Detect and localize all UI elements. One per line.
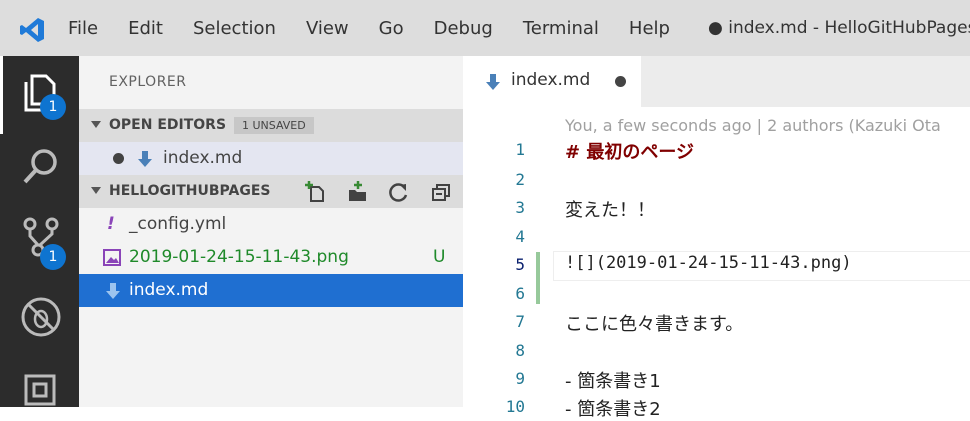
menu-selection[interactable]: Selection: [177, 18, 290, 39]
source-control-view-button[interactable]: 1: [18, 214, 66, 270]
window-title: ● index.md - HelloGitHubPages -: [708, 18, 970, 38]
gutter-change-marker: [536, 252, 540, 304]
open-editor-filename: index.md: [163, 148, 243, 168]
line-number: 2: [515, 170, 525, 189]
menu-edit[interactable]: Edit: [112, 18, 177, 39]
menu-bar: File Edit Selection View Go Debug Termin…: [52, 0, 684, 56]
editor-area: index.md You, a few seconds ago | 2 auth…: [463, 56, 970, 420]
chevron-down-icon: [91, 187, 101, 194]
explorer-title: EXPLORER: [109, 74, 187, 90]
menu-view[interactable]: View: [290, 18, 363, 39]
new-file-icon[interactable]: [305, 181, 327, 203]
code-line[interactable]: ここに色々書きます。: [565, 310, 743, 336]
folder-label: HELLOGITHUBPAGES: [109, 183, 271, 199]
debug-view-button[interactable]: [18, 294, 64, 340]
code-line[interactable]: 変えた！！: [565, 196, 655, 222]
explorer-badge: 1: [40, 94, 66, 120]
active-indicator: [0, 56, 3, 134]
code-line[interactable]: ![](2019-01-24-15-11-43.png): [565, 253, 852, 273]
tab-bar: index.md: [463, 56, 970, 107]
search-view-button[interactable]: [18, 144, 64, 190]
extensions-icon: [24, 374, 56, 406]
menu-go[interactable]: Go: [363, 18, 418, 39]
file-name: index.md: [129, 280, 209, 300]
extensions-view-button[interactable]: [18, 368, 64, 414]
file-name: 2019-01-24-15-11-43.png: [129, 247, 349, 267]
activity-bar: 1 1: [0, 56, 79, 407]
markdown-file-icon: [138, 151, 152, 167]
file-name: _config.yml: [129, 214, 227, 234]
file-item-index[interactable]: index.md: [79, 274, 463, 307]
folder-header[interactable]: HELLOGITHUBPAGES: [79, 175, 463, 208]
debug-icon: [21, 297, 61, 337]
menu-debug[interactable]: Debug: [418, 18, 507, 39]
image-file-icon: [103, 249, 121, 266]
tab-index-md[interactable]: index.md: [463, 56, 641, 107]
menu-help[interactable]: Help: [613, 18, 684, 39]
line-number: 4: [515, 227, 525, 246]
line-number: 3: [515, 198, 525, 217]
code-line[interactable]: # 最初のページ: [565, 138, 694, 164]
explorer-view-button[interactable]: 1: [18, 70, 66, 120]
code-line[interactable]: - 箇条書き1: [565, 367, 661, 393]
dirty-dot-icon[interactable]: [615, 76, 626, 87]
refresh-icon[interactable]: [388, 181, 410, 203]
line-number: 9: [515, 369, 525, 388]
collapse-all-icon[interactable]: [430, 181, 452, 203]
git-status-badge: U: [433, 247, 446, 267]
explorer-sidebar: EXPLORER OPEN EDITORS 1 UNSAVED index.md…: [79, 56, 463, 407]
code-line[interactable]: - 箇条書き2: [565, 395, 661, 421]
tab-label: index.md: [511, 70, 591, 90]
vscode-logo-icon: [20, 18, 44, 42]
menu-file[interactable]: File: [52, 18, 112, 39]
menu-terminal[interactable]: Terminal: [507, 18, 613, 39]
open-editor-item[interactable]: index.md: [79, 142, 463, 175]
yaml-file-icon: !: [107, 214, 115, 234]
line-number: 5: [515, 255, 525, 274]
open-editors-header[interactable]: OPEN EDITORS 1 UNSAVED: [79, 109, 463, 142]
chevron-down-icon: [91, 121, 101, 128]
search-icon: [23, 149, 57, 184]
title-bar: File Edit Selection View Go Debug Termin…: [0, 0, 970, 56]
file-item-config[interactable]: ! _config.yml: [79, 208, 463, 241]
line-number: 7: [515, 312, 525, 331]
markdown-file-icon: [106, 283, 120, 299]
line-number: 1: [515, 140, 525, 159]
line-number: 8: [515, 341, 525, 360]
open-editors-label: OPEN EDITORS: [109, 117, 227, 133]
scm-badge: 1: [40, 244, 66, 270]
dirty-dot-icon: [113, 153, 124, 164]
file-item-png[interactable]: 2019-01-24-15-11-43.png U: [79, 241, 463, 274]
git-blame-codelens[interactable]: You, a few seconds ago | 2 authors (Kazu…: [565, 116, 941, 135]
new-folder-icon[interactable]: [346, 181, 368, 203]
line-number: 6: [515, 284, 525, 303]
unsaved-badge: 1 UNSAVED: [234, 117, 314, 134]
markdown-file-icon: [486, 74, 500, 90]
